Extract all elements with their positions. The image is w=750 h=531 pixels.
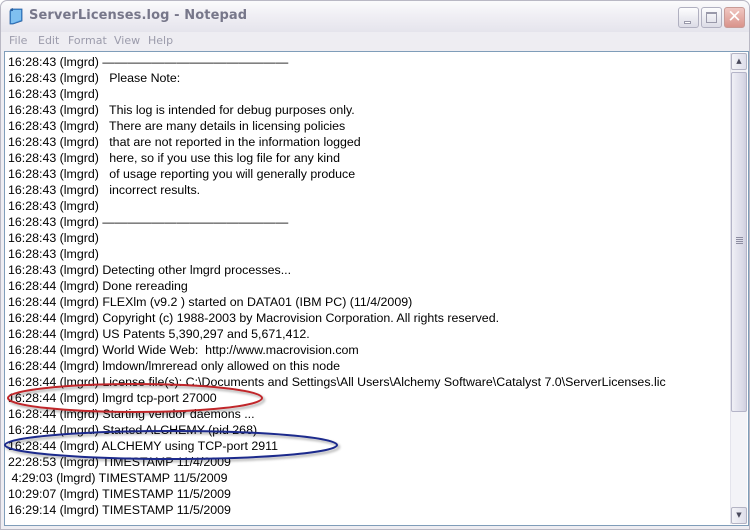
log-line: 16:28:44 (lmgrd) License file(s): C:\Doc… (8, 375, 666, 389)
vertical-scrollbar[interactable]: ▲ ▼ (730, 53, 747, 524)
log-line: 16:28:43 (lmgrd) There are many details … (8, 119, 346, 133)
menu-view[interactable]: View (114, 34, 140, 47)
log-line: 16:28:43 (lmgrd) that are not reported i… (8, 135, 361, 149)
close-button[interactable]: ✕ (724, 7, 745, 28)
menu-help[interactable]: Help (148, 34, 173, 47)
log-line: 16:28:43 (lmgrd) of usage reporting you … (8, 167, 356, 181)
log-line: 16:29:14 (lmgrd) TIMESTAMP 11/5/2009 (8, 503, 231, 517)
log-line: 10:29:07 (lmgrd) TIMESTAMP 11/5/2009 (8, 487, 231, 501)
log-line: 16:28:44 (lmgrd) Copyright (c) 1988-2003… (8, 311, 500, 325)
log-line: 16:28:43 (lmgrd) here, so if you use thi… (8, 151, 340, 165)
log-line: 16:28:44 (lmgrd) ALCHEMY using TCP-port … (8, 439, 278, 453)
log-line: 16:28:43 (lmgrd) This log is intended fo… (8, 103, 355, 117)
minimize-button[interactable] (678, 7, 699, 28)
maximize-button[interactable] (701, 7, 722, 28)
minimize-icon (684, 21, 691, 24)
chevron-down-icon: ▼ (736, 511, 742, 519)
notepad-window: ServerLicenses.log - Notepad ✕ File Edit… (0, 0, 750, 530)
grip-icon (736, 237, 743, 245)
chevron-up-icon: ▲ (736, 57, 742, 65)
menu-edit[interactable]: Edit (38, 34, 59, 47)
log-line: 16:28:43 (lmgrd) (8, 87, 99, 101)
log-line: 16:28:43 (lmgrd) ——————————————— (8, 215, 289, 229)
text-editor[interactable]: 16:28:43 (lmgrd) ——————————————— 16:28:43… (4, 51, 749, 526)
log-line: 16:28:44 (lmgrd) Done rereading (8, 279, 188, 293)
notepad-icon (9, 8, 23, 25)
log-line: 16:28:43 (lmgrd) (8, 199, 99, 213)
window-title: ServerLicenses.log - Notepad (29, 8, 248, 23)
log-line: 16:28:44 (lmgrd) lmgrd tcp-port 27000 (8, 391, 217, 405)
maximize-icon (706, 12, 717, 23)
scroll-down-button[interactable]: ▼ (731, 507, 747, 524)
log-line: 16:28:43 (lmgrd) (8, 247, 99, 261)
menu-file[interactable]: File (9, 34, 27, 47)
log-line: 22:28:53 (lmgrd) TIMESTAMP 11/4/2009 (8, 455, 231, 469)
log-line: 16:28:44 (lmgrd) World Wide Web: http://… (8, 343, 359, 357)
log-line: 16:28:43 (lmgrd) (8, 231, 99, 245)
log-line: 16:28:43 (lmgrd) Detecting other lmgrd p… (8, 263, 292, 277)
log-line: 16:28:43 (lmgrd) incorrect results. (8, 183, 201, 197)
scroll-up-button[interactable]: ▲ (731, 53, 747, 70)
log-line: 16:28:43 (lmgrd) ——————————————— (8, 55, 289, 69)
scroll-thumb[interactable] (731, 72, 747, 412)
log-line: 4:29:03 (lmgrd) TIMESTAMP 11/5/2009 (8, 471, 228, 485)
log-line: 16:28:43 (lmgrd) Please Note: (8, 71, 181, 85)
menu-format[interactable]: Format (68, 34, 107, 47)
log-line: 16:28:44 (lmgrd) FLEXlm (v9.2 ) started … (8, 295, 413, 309)
log-line: 16:28:44 (lmgrd) lmdown/lmreread only al… (8, 359, 340, 373)
document-text[interactable]: 16:28:43 (lmgrd) ——————————————— 16:28:43… (8, 54, 730, 524)
log-line: 16:28:44 (lmgrd) Started ALCHEMY (pid 26… (8, 423, 258, 437)
log-line: 16:28:44 (lmgrd) Starting vendor daemons… (8, 407, 255, 421)
title-bar[interactable]: ServerLicenses.log - Notepad ✕ (1, 1, 749, 32)
log-line: 16:28:44 (lmgrd) US Patents 5,390,297 an… (8, 327, 310, 341)
menu-bar: File Edit Format View Help (1, 32, 749, 51)
close-icon: ✕ (727, 7, 742, 27)
